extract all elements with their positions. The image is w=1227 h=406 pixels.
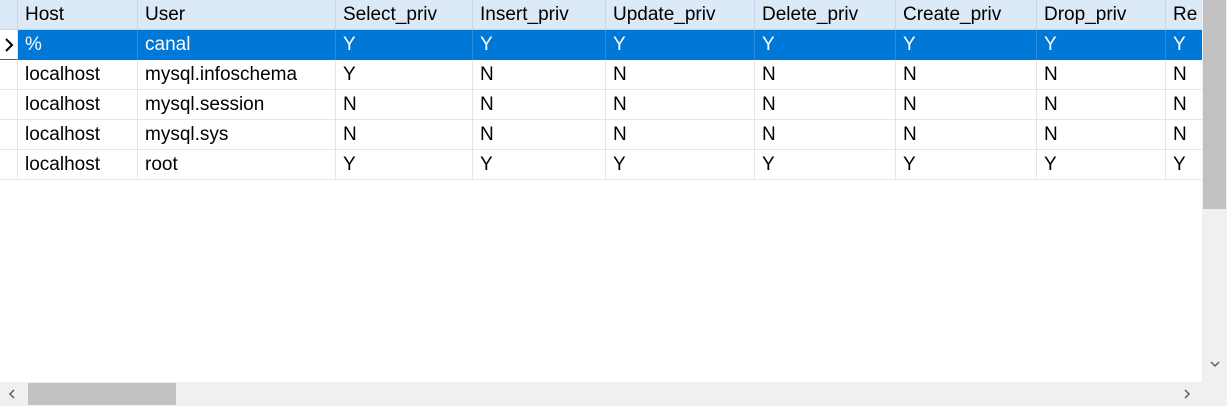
cell-delete-priv[interactable]: N [755, 90, 896, 120]
horizontal-scrollbar-thumb[interactable] [28, 383, 176, 405]
cell-host[interactable]: localhost [18, 60, 138, 90]
cell-update-priv[interactable]: N [606, 120, 755, 150]
chevron-left-icon[interactable] [5, 387, 19, 401]
cell-host[interactable]: localhost [18, 90, 138, 120]
column-header-re-truncated[interactable]: Re [1166, 0, 1202, 30]
column-header-user[interactable]: User [138, 0, 336, 30]
vertical-scrollbar[interactable] [1202, 0, 1227, 382]
row-indicator [0, 120, 18, 150]
cell-host[interactable]: localhost [18, 120, 138, 150]
cell-re-truncated[interactable]: N [1166, 90, 1202, 120]
cell-user[interactable]: canal [138, 30, 336, 60]
vertical-scrollbar-thumb[interactable] [1203, 0, 1226, 209]
cell-update-priv[interactable]: Y [606, 30, 755, 60]
cell-drop-priv[interactable]: N [1037, 120, 1166, 150]
table-row[interactable]: localhost root Y Y Y Y Y Y Y [0, 150, 1202, 180]
cell-create-priv[interactable]: N [896, 60, 1037, 90]
row-indicator [0, 30, 18, 60]
results-grid[interactable]: Host User Select_priv Insert_priv Update… [0, 0, 1202, 382]
row-indicator [0, 90, 18, 120]
cell-delete-priv[interactable]: Y [755, 150, 896, 180]
cell-delete-priv[interactable]: Y [755, 30, 896, 60]
cell-update-priv[interactable]: N [606, 60, 755, 90]
cell-user[interactable]: mysql.session [138, 90, 336, 120]
column-header-create-priv[interactable]: Create_priv [896, 0, 1037, 30]
column-header-drop-priv[interactable]: Drop_priv [1037, 0, 1166, 30]
cell-host[interactable]: % [18, 30, 138, 60]
current-row-arrow-icon [5, 38, 14, 52]
column-header-delete-priv[interactable]: Delete_priv [755, 0, 896, 30]
column-header-host[interactable]: Host [18, 0, 138, 30]
header-corner [0, 0, 18, 30]
scrollbar-corner [1202, 382, 1227, 406]
cell-create-priv[interactable]: N [896, 120, 1037, 150]
cell-re-truncated[interactable]: N [1166, 60, 1202, 90]
cell-re-truncated[interactable]: Y [1166, 30, 1202, 60]
chevron-down-icon[interactable] [1208, 357, 1222, 371]
cell-user[interactable]: mysql.infoschema [138, 60, 336, 90]
cell-insert-priv[interactable]: N [473, 90, 606, 120]
column-header-select-priv[interactable]: Select_priv [336, 0, 473, 30]
cell-insert-priv[interactable]: Y [473, 30, 606, 60]
cell-delete-priv[interactable]: N [755, 120, 896, 150]
cell-select-priv[interactable]: N [336, 90, 473, 120]
cell-insert-priv[interactable]: N [473, 120, 606, 150]
table-row[interactable]: localhost mysql.sys N N N N N N N [0, 120, 1202, 150]
cell-select-priv[interactable]: Y [336, 150, 473, 180]
table-row[interactable]: localhost mysql.session N N N N N N N [0, 90, 1202, 120]
cell-re-truncated[interactable]: Y [1166, 150, 1202, 180]
cell-user[interactable]: root [138, 150, 336, 180]
table-row[interactable]: % canal Y Y Y Y Y Y Y [0, 30, 1202, 60]
column-header-insert-priv[interactable]: Insert_priv [473, 0, 606, 30]
cell-insert-priv[interactable]: N [473, 60, 606, 90]
column-header-update-priv[interactable]: Update_priv [606, 0, 755, 30]
chevron-right-icon[interactable] [1180, 387, 1194, 401]
cell-host[interactable]: localhost [18, 150, 138, 180]
cell-drop-priv[interactable]: N [1037, 60, 1166, 90]
horizontal-scrollbar[interactable] [0, 382, 1202, 406]
cell-select-priv[interactable]: Y [336, 60, 473, 90]
cell-drop-priv[interactable]: Y [1037, 150, 1166, 180]
cell-insert-priv[interactable]: Y [473, 150, 606, 180]
cell-create-priv[interactable]: N [896, 90, 1037, 120]
cell-select-priv[interactable]: N [336, 120, 473, 150]
cell-re-truncated[interactable]: N [1166, 120, 1202, 150]
row-indicator [0, 60, 18, 90]
cell-drop-priv[interactable]: N [1037, 90, 1166, 120]
cell-update-priv[interactable]: Y [606, 150, 755, 180]
cell-update-priv[interactable]: N [606, 90, 755, 120]
cell-create-priv[interactable]: Y [896, 150, 1037, 180]
cell-user[interactable]: mysql.sys [138, 120, 336, 150]
cell-drop-priv[interactable]: Y [1037, 30, 1166, 60]
table-row[interactable]: localhost mysql.infoschema Y N N N N N N [0, 60, 1202, 90]
cell-delete-priv[interactable]: N [755, 60, 896, 90]
cell-select-priv[interactable]: Y [336, 30, 473, 60]
grid-header: Host User Select_priv Insert_priv Update… [0, 0, 1202, 30]
row-indicator [0, 150, 18, 180]
cell-create-priv[interactable]: Y [896, 30, 1037, 60]
